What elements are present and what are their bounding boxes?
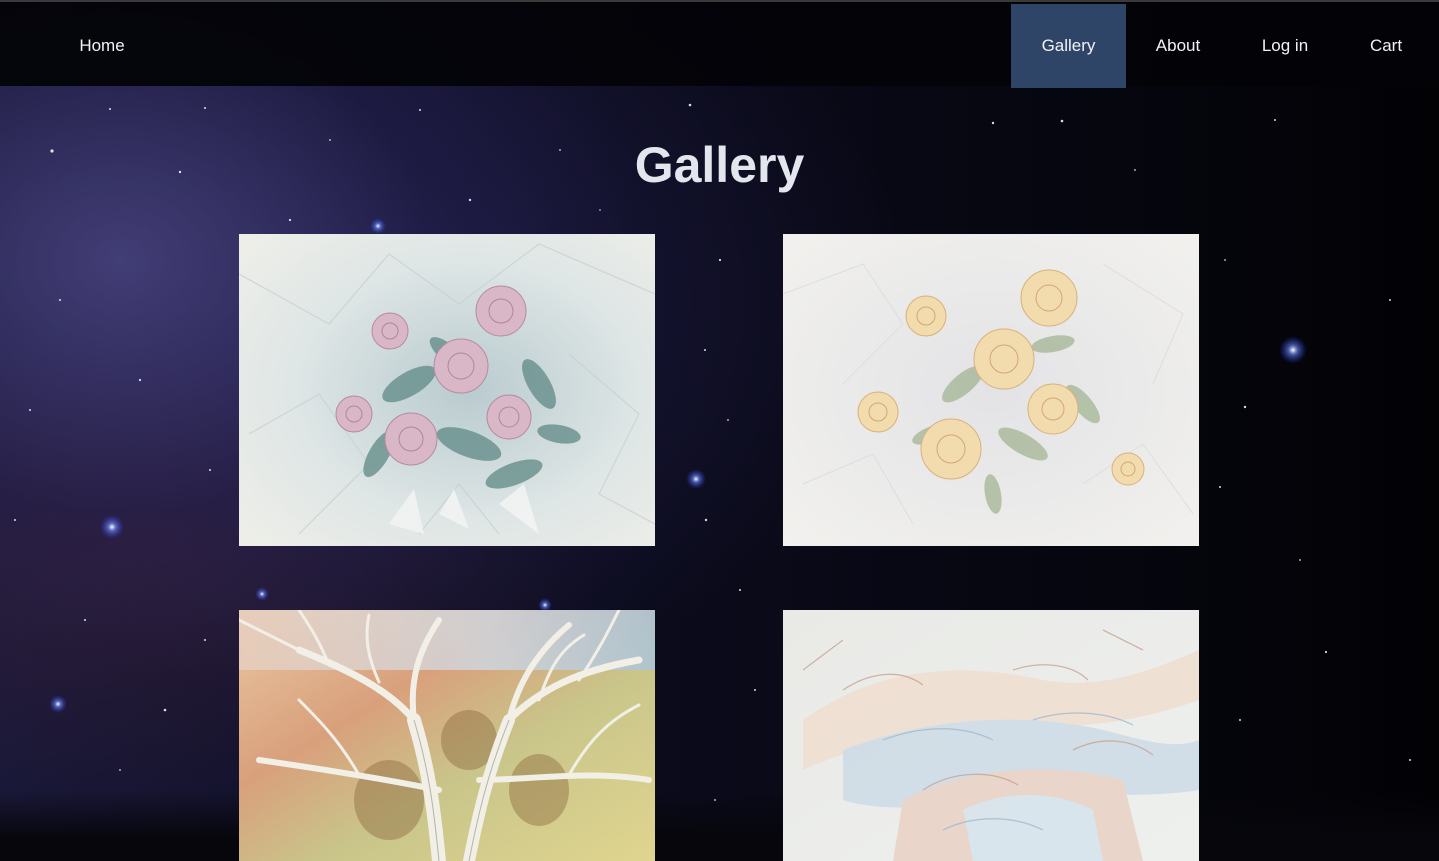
nav-login-link[interactable]: Log in <box>1248 4 1322 88</box>
gallery-item-horses[interactable] <box>783 610 1199 861</box>
nav-about-link[interactable]: About <box>1140 4 1216 88</box>
tree-branches-painting <box>239 610 655 861</box>
top-navigation-bar: Home Gallery About Log in Cart <box>0 0 1439 88</box>
page-title: Gallery <box>634 137 805 193</box>
nav-gallery-link[interactable]: Gallery <box>1011 4 1126 88</box>
nav-cart-link[interactable]: Cart <box>1356 4 1416 88</box>
gallery-item-yellow-roses[interactable] <box>783 234 1199 546</box>
gallery-item-pink-roses[interactable] <box>239 234 655 546</box>
gallery-item-tree[interactable] <box>239 610 655 861</box>
pale-horses-painting <box>783 610 1199 861</box>
horizon-silhouette <box>0 791 1439 861</box>
pink-roses-painting <box>239 234 655 546</box>
yellow-roses-painting <box>783 234 1199 546</box>
starfield-background <box>14 103 1411 801</box>
page-background: Home Gallery About Log in Cart Gallery <box>0 0 1439 861</box>
nav-home-link[interactable]: Home <box>60 4 144 88</box>
